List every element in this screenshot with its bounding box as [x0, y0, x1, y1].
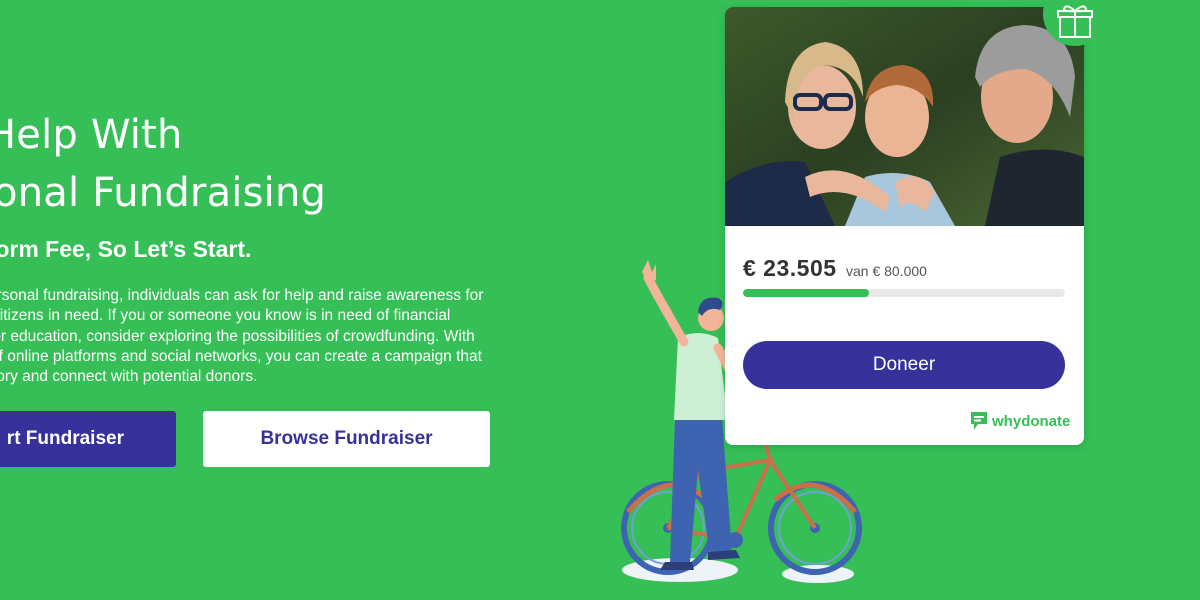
gift-icon	[1057, 5, 1093, 38]
whydonate-logo[interactable]: whydonate	[970, 411, 1070, 431]
fundraiser-card[interactable]: € 23.505 van € 80.000 Doneer whydonate	[725, 7, 1084, 445]
hero-paragraph-line: of online platforms and social networks,…	[0, 348, 482, 365]
campaign-photo	[725, 7, 1084, 226]
hero-paragraph-line: tory and connect with potential donors.	[0, 368, 258, 385]
brand-name-why: why	[992, 412, 1022, 430]
browse-fundraiser-button[interactable]: Browse Fundraiser	[203, 411, 490, 467]
brand-name-donate: donate	[1021, 412, 1071, 430]
raised-amount: € 23.505	[743, 255, 837, 281]
goal-amount: van € 80.000	[846, 263, 927, 279]
chat-bubble-icon	[971, 412, 987, 430]
donate-button[interactable]: Doneer	[743, 341, 1065, 389]
hero-title-line-1: Help With	[0, 112, 183, 158]
progress-fill	[743, 289, 869, 297]
hero-paragraph-line: citizens in need. If you or someone you …	[0, 307, 451, 324]
hero-section: Help With sonal Fundraising tform Fee, S…	[0, 0, 620, 600]
hero-subheading: tform Fee, So Let’s Start.	[0, 236, 252, 262]
progress-bar	[743, 289, 1065, 297]
hero-paragraph-line: for education, consider exploring the po…	[0, 328, 475, 345]
hero-paragraph-line: ersonal fundraising, individuals can ask…	[0, 287, 484, 304]
hero-title-line-2: sonal Fundraising	[0, 170, 327, 216]
start-fundraiser-button[interactable]: rt Fundraiser	[0, 411, 176, 467]
